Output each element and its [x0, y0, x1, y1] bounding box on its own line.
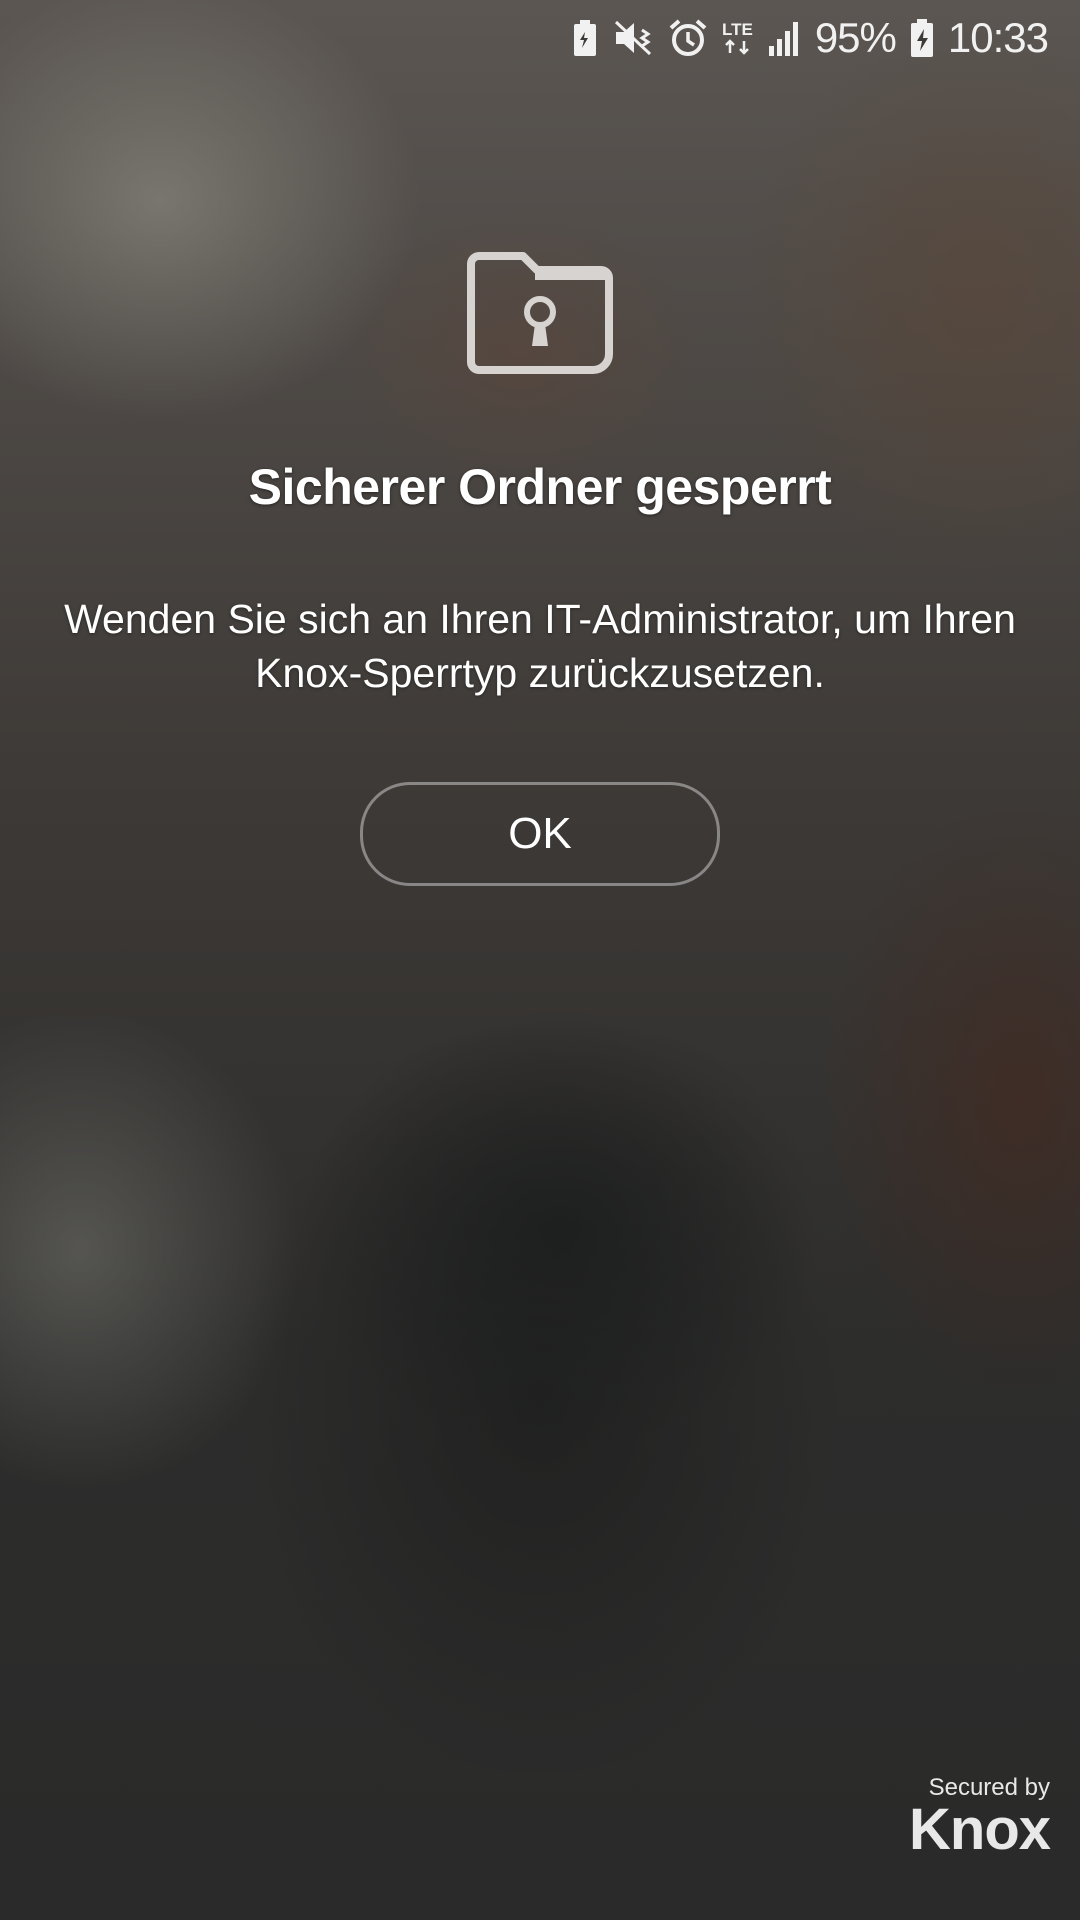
lte-label: LTE	[721, 20, 753, 39]
ok-button[interactable]: OK	[360, 782, 720, 886]
status-bar: LTE 95% 10:33	[0, 0, 1080, 76]
signal-icon	[767, 18, 801, 58]
knox-branding: Secured by Knox	[909, 1774, 1051, 1862]
battery-charging-icon	[910, 18, 934, 58]
battery-percent: 95%	[814, 14, 897, 61]
alarm-icon	[668, 18, 708, 58]
secure-folder-lock-icon	[465, 250, 615, 380]
secure-folder-locked-screen: LTE 95% 10:33 Sicherer Ordner gesperrt W…	[0, 0, 1080, 1920]
mute-icon	[612, 18, 654, 58]
battery-saver-icon	[572, 18, 598, 58]
lock-message: Wenden Sie sich an Ihren IT-Administrato…	[64, 596, 1016, 696]
page-title: Sicherer Ordner gesperrt	[248, 459, 832, 515]
knox-logo: Knox	[909, 1797, 1051, 1862]
clock: 10:33	[947, 14, 1049, 61]
lock-dialog: Sicherer Ordner gesperrt Wenden Sie sich…	[0, 250, 1080, 886]
lte-icon: LTE	[722, 18, 753, 58]
